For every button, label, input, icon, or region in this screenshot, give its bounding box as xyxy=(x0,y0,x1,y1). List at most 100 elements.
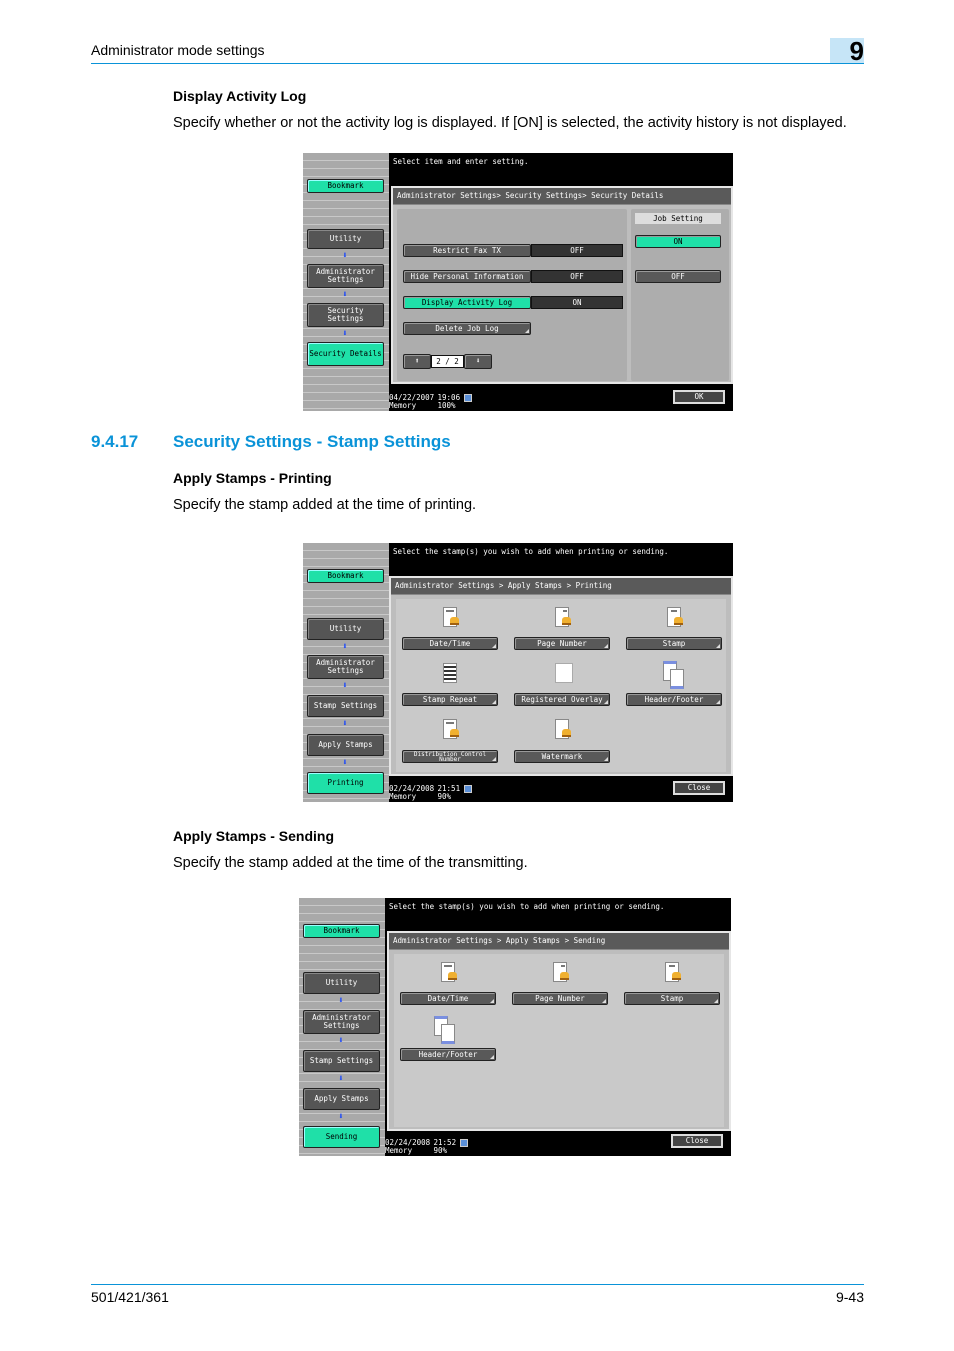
running-header: Administrator mode settings xyxy=(91,42,265,58)
nav-administrator-settings[interactable]: Administrator Settings xyxy=(303,1010,380,1034)
section-number: 9.4.17 xyxy=(91,432,139,451)
registered-overlay-label: Registered Overlay xyxy=(521,695,603,704)
bookmark-button[interactable]: Bookmark xyxy=(307,179,384,193)
header-footer-icon-back xyxy=(441,1024,455,1044)
memory-value: 90% xyxy=(433,1146,448,1155)
job-setting-title: Job Setting xyxy=(635,213,721,224)
stamp-repeat-button[interactable]: Stamp Repeat xyxy=(402,693,498,706)
watermark-label: Watermark xyxy=(541,752,583,761)
distribution-control-number-button[interactable]: Distribution Control Number xyxy=(402,750,498,763)
page-down-button[interactable]: ⬇ xyxy=(464,354,492,369)
footer-model: 501/421/361 xyxy=(91,1289,169,1305)
left-nav-panel: Bookmark Utility ⬇ Administrator Setting… xyxy=(303,153,389,411)
arrow-down-icon: ⬇ xyxy=(475,356,481,365)
nav-stamp-settings[interactable]: Stamp Settings xyxy=(303,1050,380,1072)
heading-apply-stamps-printing: Apply Stamps - Printing xyxy=(173,470,332,486)
date-time-button[interactable]: Date/Time xyxy=(402,637,498,650)
display-activity-log-value: ON xyxy=(531,296,623,309)
paragraph-display-activity-log: Specify whether or not the activity log … xyxy=(173,115,847,131)
close-button[interactable]: Close xyxy=(673,781,725,795)
nav-utility[interactable]: Utility xyxy=(307,229,384,249)
nav-security-settings[interactable]: Security Settings xyxy=(307,303,384,327)
page-number-button[interactable]: Page Number xyxy=(514,637,610,650)
job-setting-off-button[interactable]: OFF xyxy=(635,270,721,283)
nav-stamp-settings[interactable]: Stamp Settings xyxy=(307,695,384,717)
memory-label: Memory xyxy=(385,1146,413,1155)
close-button[interactable]: Close xyxy=(671,1134,723,1148)
stamp-repeat-label: Stamp Repeat xyxy=(422,695,478,704)
date-time-button[interactable]: Date/Time xyxy=(400,992,496,1005)
settings-frame: Administrator Settings> Security Setting… xyxy=(391,186,733,384)
submenu-corner-icon xyxy=(492,644,496,648)
header-rule xyxy=(91,63,864,64)
stamp-label: Stamp xyxy=(662,639,686,648)
hide-personal-information-value: OFF xyxy=(531,270,623,283)
display-activity-log-button[interactable]: Display Activity Log xyxy=(403,296,531,309)
submenu-corner-icon xyxy=(604,644,608,648)
delete-job-log-button[interactable]: Delete Job Log xyxy=(403,322,531,335)
distribution-control-number-label: Distribution Control Number xyxy=(413,751,487,763)
arrow-down-icon: ⬇ xyxy=(342,719,348,729)
memory-label: Memory xyxy=(389,792,417,801)
heading-display-activity-log: Display Activity Log xyxy=(173,88,307,104)
submenu-corner-icon xyxy=(490,1055,494,1059)
header-footer-icon-back xyxy=(670,669,684,689)
nav-utility[interactable]: Utility xyxy=(307,618,384,640)
section-title: Security Settings - Stamp Settings xyxy=(173,432,451,451)
left-nav-panel: Bookmark Utility ⬇ Administrator Setting… xyxy=(299,898,385,1156)
breadcrumb: Administrator Settings > Apply Stamps > … xyxy=(389,933,729,950)
nav-security-details[interactable]: Security Details xyxy=(307,342,384,366)
submenu-corner-icon xyxy=(602,999,606,1003)
instruction-message: Select item and enter setting. xyxy=(393,157,529,166)
stamp-repeat-icon xyxy=(443,663,457,683)
header-footer-label: Header/Footer xyxy=(644,695,704,704)
memory-label: Memory xyxy=(389,401,417,410)
breadcrumb: Administrator Settings > Apply Stamps > … xyxy=(391,578,731,595)
nav-administrator-settings[interactable]: Administrator Settings xyxy=(307,655,384,679)
stamp-button[interactable]: Stamp xyxy=(624,992,720,1005)
arrow-down-icon: ⬇ xyxy=(342,642,348,652)
arrow-down-icon: ⬇ xyxy=(338,1036,344,1046)
heading-apply-stamps-sending: Apply Stamps - Sending xyxy=(173,828,335,844)
hide-personal-information-button[interactable]: Hide Personal Information xyxy=(403,270,531,283)
nav-sending[interactable]: Sending xyxy=(303,1126,380,1148)
header-footer-label: Header/Footer xyxy=(418,1050,478,1059)
nav-administrator-settings[interactable]: Administrator Settings xyxy=(307,264,384,288)
header-footer-button[interactable]: Header/Footer xyxy=(626,693,722,706)
network-icon xyxy=(464,394,473,402)
arrow-down-icon: ⬇ xyxy=(342,251,348,261)
arrow-down-icon: ⬇ xyxy=(342,329,348,339)
bookmark-button[interactable]: Bookmark xyxy=(307,569,384,583)
distribution-control-number-icon xyxy=(443,719,459,739)
instruction-message: Select the stamp(s) you wish to add when… xyxy=(393,547,669,556)
bookmark-button[interactable]: Bookmark xyxy=(303,924,380,938)
left-nav-panel: Bookmark Utility ⬇ Administrator Setting… xyxy=(303,543,389,802)
paragraph-apply-stamps-sending: Specify the stamp added at the time of t… xyxy=(173,855,528,871)
screenshot-security-details: Bookmark Utility ⬇ Administrator Setting… xyxy=(303,153,733,411)
nav-printing[interactable]: Printing xyxy=(307,772,384,794)
submenu-corner-icon xyxy=(492,700,496,704)
page-up-button[interactable]: ⬆ xyxy=(403,354,431,369)
footer-page-number: 9-43 xyxy=(835,1289,864,1305)
settings-list: Restrict Fax TX OFF Hide Personal Inform… xyxy=(397,209,627,381)
footer-rule xyxy=(91,1284,864,1285)
header-footer-button[interactable]: Header/Footer xyxy=(400,1048,496,1061)
registered-overlay-button[interactable]: Registered Overlay xyxy=(514,693,610,706)
screenshot-apply-stamps-sending: Bookmark Utility ⬇ Administrator Setting… xyxy=(299,898,731,1156)
arrow-down-icon: ⬇ xyxy=(342,290,348,300)
page-number-button[interactable]: Page Number xyxy=(512,992,608,1005)
nav-apply-stamps[interactable]: Apply Stamps xyxy=(303,1088,380,1110)
memory-value: 100% xyxy=(437,401,456,410)
date-time-label: Date/Time xyxy=(427,994,469,1003)
watermark-icon xyxy=(555,719,571,739)
restrict-fax-tx-value: OFF xyxy=(531,244,623,257)
nav-apply-stamps[interactable]: Apply Stamps xyxy=(307,734,384,756)
restrict-fax-tx-button[interactable]: Restrict Fax TX xyxy=(403,244,531,257)
job-setting-on-button[interactable]: ON xyxy=(635,235,721,248)
stamp-button[interactable]: Stamp xyxy=(626,637,722,650)
submenu-corner-icon xyxy=(604,700,608,704)
watermark-button[interactable]: Watermark xyxy=(514,750,610,763)
nav-utility[interactable]: Utility xyxy=(303,972,380,994)
ok-button[interactable]: OK xyxy=(673,390,725,404)
date-time-label: Date/Time xyxy=(429,639,471,648)
